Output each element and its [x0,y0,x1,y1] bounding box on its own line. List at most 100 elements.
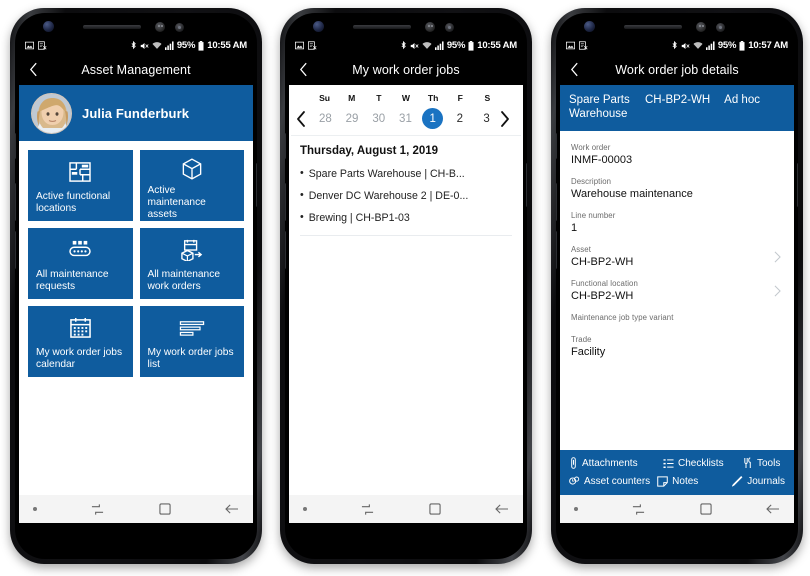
tab-ch-bp2-wh[interactable]: CH-BP2-WH [645,93,710,122]
tile-label: Active functional locations [36,190,111,214]
home-icon[interactable] [429,503,441,515]
iris-scanner-icon [716,23,725,32]
list-icon [148,314,237,342]
calendar-icon [36,314,125,342]
list-item[interactable]: • Brewing | CH-BP1-03 [300,207,512,229]
status-right-icons: 95% 10:55 AM [130,40,247,51]
page-title: My work order jobs [352,62,460,77]
command-asset-counters[interactable]: Asset counters [569,476,657,487]
field-label: Trade [571,334,592,344]
field-value: 1 [571,221,578,234]
home-icon[interactable] [159,503,171,515]
tab-ad-hoc[interactable]: Ad hoc [724,93,760,122]
front-camera-icon [313,21,324,32]
command-label: Tools [757,457,781,469]
volume-up-button[interactable] [285,183,286,221]
field-value: CH-BP2-WH [571,255,634,268]
job-list: • Spare Parts Warehouse | CH-B... • Denv… [289,159,523,236]
avatar [31,92,72,134]
back-button[interactable] [560,62,588,77]
power-button[interactable] [256,163,257,207]
recents-icon[interactable] [91,503,104,516]
profile-header[interactable]: Julia Funderburk [19,85,253,141]
date-cell[interactable]: 28 [315,109,335,129]
tile-my-work-order-jobs-list[interactable]: My work order jobs list [139,306,244,377]
tile-active-maintenance-assets[interactable]: Active maintenance assets [139,150,244,221]
recents-icon[interactable] [632,503,645,516]
wifi-icon [152,41,162,50]
side-button[interactable] [15,133,16,159]
tile-label: All maintenance requests [36,268,109,292]
date-cell[interactable]: 2 [450,109,470,129]
wifi-icon [422,41,432,50]
box-icon [148,158,237,180]
clock-time: 10:57 AM [748,39,788,51]
volume-down-button[interactable] [556,231,557,269]
volume-up-button[interactable] [15,183,16,221]
dot-indicator [574,507,578,511]
volume-up-button[interactable] [556,183,557,221]
dow-label: M [348,93,356,103]
tile-active-functional-locations[interactable]: Active functional locations [28,150,133,221]
field-asset[interactable]: Asset CH-BP2-WH [571,241,783,275]
back-icon[interactable] [495,503,509,515]
battery-icon [739,40,745,51]
list-item-label: Spare Parts Warehouse | CH-B... [308,168,465,180]
date-cell[interactable]: 30 [369,109,389,129]
tab-spare-parts-warehouse[interactable]: Spare Parts Warehouse [569,93,631,122]
work-order-icon [148,236,237,264]
back-button[interactable] [289,62,317,77]
command-attachments[interactable]: Attachments [569,457,663,469]
system-nav-bar [289,495,523,523]
field-functional-location[interactable]: Functional location CH-BP2-WH [571,275,783,309]
command-row: Attachments Checklists Tools [569,457,785,469]
status-right-icons: 95% 10:55 AM [400,40,517,51]
tile-all-maintenance-work-orders[interactable]: All maintenance work orders [139,228,244,299]
date-cell[interactable]: 3 [477,109,497,129]
back-button[interactable] [19,62,47,77]
battery-percent: 95% [717,39,737,51]
list-item[interactable]: • Denver DC Warehouse 2 | DE-0... [300,185,512,207]
side-button[interactable] [556,133,557,159]
date-cell-selected[interactable]: 1 [422,108,444,129]
volume-down-button[interactable] [285,231,286,269]
field-maintenance-job-type-variant: Maintenance job type variant [571,309,783,331]
date-cell[interactable]: 31 [395,109,415,129]
system-nav-bar [560,495,794,523]
power-button[interactable] [797,163,798,207]
mute-icon [410,41,419,51]
command-notes[interactable]: Notes [657,476,732,487]
checklist-icon [663,458,674,469]
list-item-label: Brewing | CH-BP1-03 [308,212,410,224]
back-icon[interactable] [225,503,239,515]
command-checklists[interactable]: Checklists [663,457,743,469]
home-icon[interactable] [700,503,712,515]
recents-icon[interactable] [361,503,374,516]
tile-my-work-order-jobs-calendar[interactable]: My work order jobs calendar [28,306,133,377]
volume-down-button[interactable] [15,231,16,269]
field-line-number: Line number 1 [571,207,783,241]
command-label: Notes [672,476,699,487]
field-value: INMF-00003 [571,153,633,166]
prev-week-button[interactable] [296,110,312,127]
side-button[interactable] [285,133,286,159]
command-journals[interactable]: Journals [732,476,785,487]
next-week-button[interactable] [500,110,516,127]
dow-label: Th [427,93,439,103]
conveyor-icon [36,236,125,264]
tile-label: My work order jobs list [147,346,234,370]
list-item[interactable]: • Spare Parts Warehouse | CH-B... [300,163,512,185]
back-icon[interactable] [766,503,780,515]
dow-label: F [457,93,463,103]
command-tools[interactable]: Tools [743,457,785,469]
field-description: Description Warehouse maintenance [571,173,783,207]
command-row: Asset counters Notes Journals [569,476,785,487]
screen-work-order-job-details: 95% 10:57 AM Work order job details Spar… [560,37,794,523]
power-button[interactable] [526,163,527,207]
detail-fields: Work order INMF-00003 Description Wareho… [560,131,794,365]
dot-indicator [303,507,307,511]
tile-all-maintenance-requests[interactable]: All maintenance requests [28,228,133,299]
date-cell[interactable]: 29 [342,109,362,129]
screenshot-icon [579,41,588,50]
app-bar: Work order job details [560,54,794,85]
